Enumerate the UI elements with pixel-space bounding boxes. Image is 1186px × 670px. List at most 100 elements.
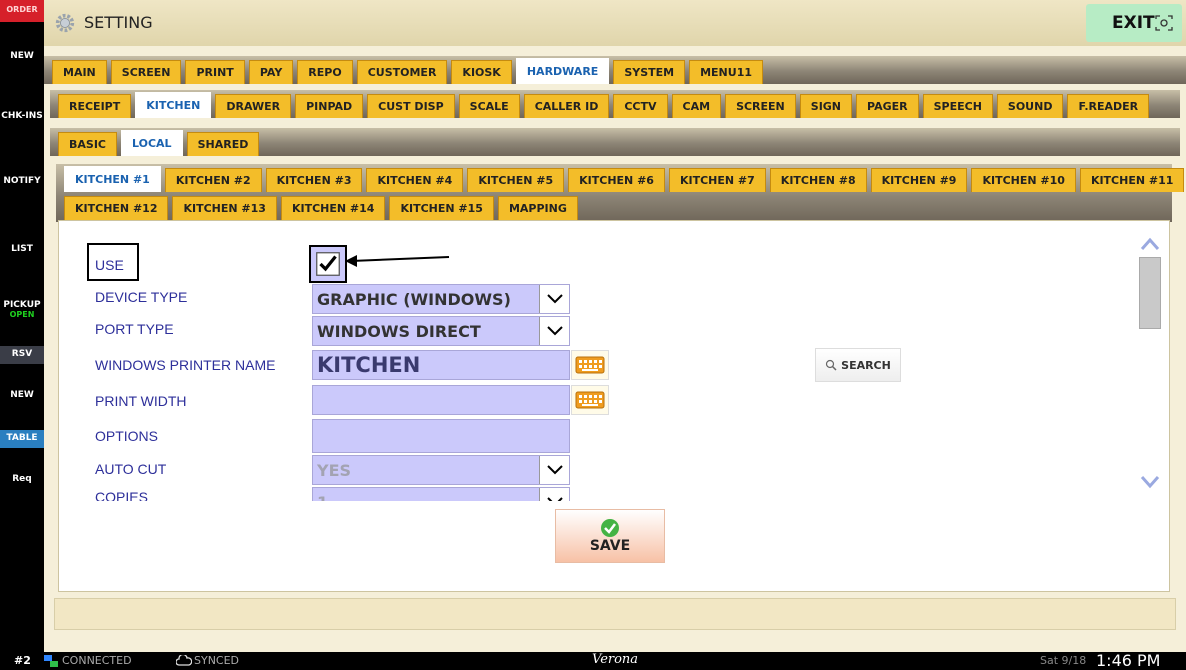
rsv-button[interactable]: RSV <box>0 346 44 364</box>
tabbar-main: MAIN SCREEN PRINT PAY REPO CUSTOMER KIOSK HARDW… <box>44 56 1186 84</box>
device-type-value: GRAPHIC (WINDOWS) <box>317 289 511 309</box>
new-rsv-button[interactable]: NEW <box>0 390 44 400</box>
auto-cut-label: AUTO CUT <box>95 461 167 477</box>
gear-icon <box>55 13 75 33</box>
tab-sound[interactable]: SOUND <box>996 94 1064 118</box>
save-label: SAVE <box>589 538 631 554</box>
chevron-down-icon <box>539 317 569 345</box>
tab-receipt[interactable]: RECEIPT <box>58 94 132 118</box>
tab-basic[interactable]: BASIC <box>58 132 117 156</box>
chevron-down-icon <box>539 456 569 484</box>
tab-cust-disp[interactable]: CUST DISP <box>367 94 455 118</box>
tab-kiosk[interactable]: KIOSK <box>451 60 512 84</box>
print-width-input[interactable] <box>312 385 570 415</box>
tab-kitchen-11[interactable]: KITCHEN #11 <box>1079 168 1185 192</box>
port-type-select[interactable]: WINDOWS DIRECT <box>312 316 570 346</box>
tab-main[interactable]: MAIN <box>52 60 107 84</box>
scrollbar-thumb[interactable] <box>1139 257 1161 329</box>
tab-cam[interactable]: CAM <box>671 94 722 118</box>
scroll-down-icon[interactable] <box>1139 475 1161 489</box>
tab-kitchen-5[interactable]: KITCHEN #5 <box>467 168 565 192</box>
tab-kitchen-3[interactable]: KITCHEN #3 <box>265 168 363 192</box>
tab-print[interactable]: PRINT <box>185 60 245 84</box>
chevron-down-icon <box>539 285 569 313</box>
copies-label: COPIES <box>95 489 148 501</box>
tab-kitchen-9[interactable]: KITCHEN #9 <box>870 168 968 192</box>
synced-status: SYNCED <box>194 654 240 667</box>
port-type-label: PORT TYPE <box>95 321 174 337</box>
tab-speech[interactable]: SPEECH <box>922 94 993 118</box>
tab-screen[interactable]: SCREEN <box>725 94 796 118</box>
options-label: OPTIONS <box>95 428 159 444</box>
network-icon <box>44 655 58 667</box>
settings-window: SETTING EXIT MAIN SCREEN PRINT PAY REPO CUSTO… <box>44 0 1186 652</box>
tab-local[interactable]: LOCAL <box>121 130 183 156</box>
keyboard-button[interactable] <box>571 385 609 415</box>
status-bar: #2 CONNECTED SYNCED Verona Sat 9/18 1:46… <box>0 651 1186 670</box>
pickup-label: PICKUP <box>3 300 41 310</box>
tab-kitchen-15[interactable]: KITCHEN #15 <box>389 196 494 220</box>
tab-pager[interactable]: PAGER <box>856 94 919 118</box>
tab-pay[interactable]: PAY <box>248 60 294 84</box>
tab-drawer[interactable]: DRAWER <box>215 94 292 118</box>
keyboard-button[interactable] <box>571 350 609 380</box>
device-type-select[interactable]: GRAPHIC (WINDOWS) <box>312 284 570 314</box>
status-date: Sat 9/18 <box>1040 654 1087 667</box>
copies-select[interactable]: 1 <box>312 487 570 501</box>
options-input[interactable] <box>312 419 570 453</box>
tab-customer[interactable]: CUSTOMER <box>356 60 448 84</box>
camera-icon[interactable] <box>1154 13 1174 33</box>
tab-kitchen-12[interactable]: KITCHEN #12 <box>64 196 169 220</box>
left-nav: ORDER NEW CHK-INS NOTIFY LIST PICKUP OPEN… <box>0 0 44 652</box>
tab-kitchen-8[interactable]: KITCHEN #8 <box>769 168 867 192</box>
pickup-button[interactable]: PICKUP OPEN <box>0 300 44 328</box>
tab-cctv[interactable]: CCTV <box>613 94 668 118</box>
search-button[interactable]: SEARCH <box>815 348 901 382</box>
tab-hardware[interactable]: HARDWARE <box>515 58 610 84</box>
save-button[interactable]: SAVE <box>555 509 665 563</box>
status-time: 1:46 PM <box>1096 651 1161 670</box>
tab-menu11[interactable]: MENU11 <box>689 60 763 84</box>
tab-sign[interactable]: SIGN <box>799 94 853 118</box>
connected-status: CONNECTED <box>62 654 132 667</box>
copies-row-clip: COPIES 1 <box>59 485 579 501</box>
list-button[interactable]: LIST <box>0 244 44 254</box>
req-button[interactable]: Req <box>0 474 44 484</box>
tab-repo[interactable]: REPO <box>297 60 353 84</box>
port-type-value: WINDOWS DIRECT <box>317 321 481 341</box>
tabbar-hardware: RECEIPT KITCHEN DRAWER PINPAD CUST DISP SCALE… <box>50 90 1180 118</box>
tab-mapping[interactable]: MAPPING <box>497 196 578 220</box>
use-checkbox[interactable] <box>309 245 347 283</box>
tab-shared[interactable]: SHARED <box>186 132 260 156</box>
tab-kitchen-1[interactable]: KITCHEN #1 <box>64 166 161 192</box>
table-button[interactable]: TABLE <box>0 430 44 448</box>
printer-name-label: WINDOWS PRINTER NAME <box>95 357 276 373</box>
new-button[interactable]: NEW <box>0 46 44 61</box>
auto-cut-value: YES <box>317 460 352 480</box>
exit-button[interactable]: EXIT <box>1086 4 1182 42</box>
tab-kitchen-7[interactable]: KITCHEN #7 <box>668 168 766 192</box>
tab-scale[interactable]: SCALE <box>458 94 520 118</box>
exit-label: EXIT <box>1112 13 1155 33</box>
tab-kitchen-2[interactable]: KITCHEN #2 <box>164 168 262 192</box>
tab-kitchen[interactable]: KITCHEN <box>135 92 212 118</box>
tab-pinpad[interactable]: PINPAD <box>295 94 364 118</box>
tab-kitchen-13[interactable]: KITCHEN #13 <box>172 196 277 220</box>
scroll-up-icon[interactable] <box>1139 237 1161 251</box>
order-button[interactable]: ORDER <box>0 0 44 22</box>
tab-kitchen-4[interactable]: KITCHEN #4 <box>366 168 464 192</box>
tab-f-reader[interactable]: F.READER <box>1067 94 1150 118</box>
tab-caller-id[interactable]: CALLER ID <box>523 94 610 118</box>
tab-screen[interactable]: SCREEN <box>110 60 182 84</box>
tab-kitchen-6[interactable]: KITCHEN #6 <box>568 168 665 192</box>
auto-cut-select[interactable]: YES <box>312 455 570 485</box>
pickup-status: OPEN <box>9 310 35 319</box>
tab-kitchen-10[interactable]: KITCHEN #10 <box>971 168 1076 192</box>
printer-name-input[interactable]: KITCHEN <box>312 350 570 380</box>
tab-system[interactable]: SYSTEM <box>613 60 686 84</box>
tab-kitchen-14[interactable]: KITCHEN #14 <box>280 196 386 220</box>
title-bar: SETTING EXIT <box>44 0 1186 46</box>
chk-ins-button[interactable]: CHK-INS <box>0 108 44 121</box>
chevron-down-icon <box>539 488 569 501</box>
notify-button[interactable]: NOTIFY <box>0 176 44 186</box>
